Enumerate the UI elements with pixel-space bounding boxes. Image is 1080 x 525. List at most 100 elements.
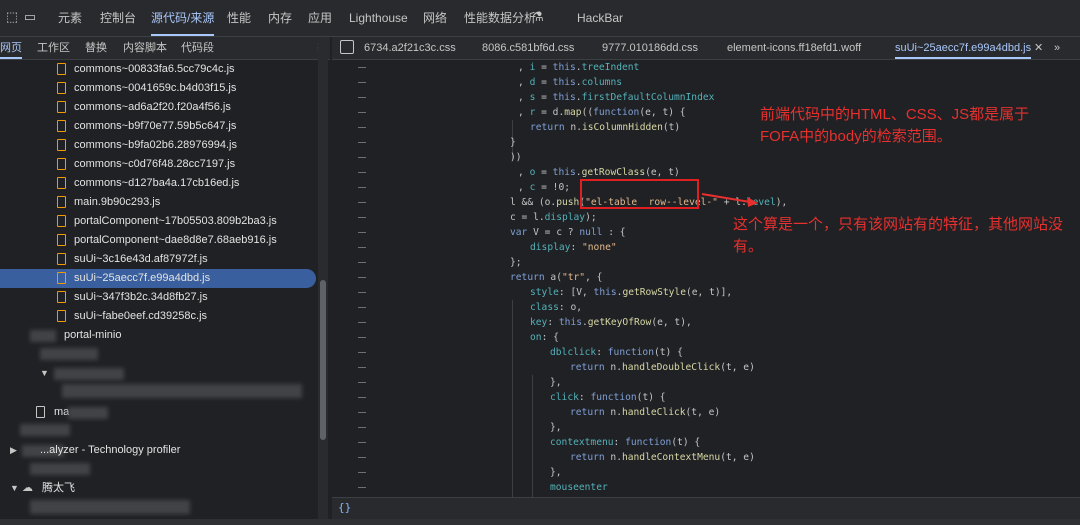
code-line: return n.handleContextMenu(t, e) [570, 452, 755, 463]
device-toolbar-icon[interactable]: ▭ [22, 9, 38, 25]
file-icon [57, 310, 66, 322]
editor-tab[interactable]: element-icons.ff18efd1.woff [727, 37, 861, 59]
code-line: , o = this.getRowClass(e, t) [518, 167, 680, 178]
tab-performance[interactable]: 性能 [227, 0, 251, 36]
file-icon [57, 82, 66, 94]
redacted-region [68, 407, 108, 419]
tab-memory[interactable]: 内存 [268, 0, 292, 36]
code-line: mouseenter [550, 482, 608, 493]
tab-network[interactable]: 网络 [423, 0, 447, 36]
file-item[interactable]: suUi~fabe0eef.cd39258c.js [0, 307, 316, 326]
redacted-region [20, 424, 70, 436]
navigator-tab-snippets[interactable]: 代码段 [181, 37, 214, 59]
file-item[interactable]: suUi~3c16e43d.af87972f.js [0, 250, 316, 269]
collapse-arrow-icon: ▶ [10, 445, 17, 455]
code-line: }, [550, 377, 562, 388]
code-line: return n.handleClick(t, e) [570, 407, 721, 418]
code-line: )) [510, 152, 522, 163]
annotation-arrow [701, 193, 758, 207]
file-icon [57, 177, 66, 189]
folder-item[interactable]: portal-minio [0, 326, 316, 345]
code-line: , s = this.firstDefaultColumnIndex [518, 92, 715, 103]
editor-tabs: 6734.a2f21c3c.css 8086.c581bf6d.css 9777… [332, 37, 1080, 60]
annotation-body-scope: 前端代码中的HTML、CSS、JS都是属于FOFA中的body的检索范围。 [760, 106, 1030, 145]
navigator-tabs: 网页 工作区 替换 内容脚本 代码段 ⋮ [0, 37, 330, 60]
navigator-tab-page[interactable]: 网页 [0, 37, 22, 59]
code-line: contextmenu: function(t) { [550, 437, 701, 448]
code-line: key: this.getKeyOfRow(e, t), [530, 317, 692, 328]
file-item[interactable]: main.9b90c293.js [0, 193, 316, 212]
file-tree: commons~00833fa6.5cc79c4c.js commons~004… [0, 60, 316, 525]
file-icon [57, 196, 66, 208]
code-line: return n.handleDoubleClick(t, e) [570, 362, 755, 373]
folder-item[interactable]: ▼ [0, 364, 316, 383]
code-line: }, [550, 467, 562, 478]
file-icon [57, 101, 66, 113]
tab-lighthouse[interactable]: Lighthouse [349, 0, 408, 36]
tab-application[interactable]: 应用 [308, 0, 332, 36]
tab-performance-insights[interactable]: 性能数据分析 [464, 0, 536, 36]
inspect-element-icon[interactable]: ⬚ [4, 9, 20, 25]
devtools-toolbar: ⬚ ▭ 元素 控制台 源代码/来源 性能 内存 应用 Lighthouse 网络… [0, 0, 1080, 37]
editor-tab[interactable]: 6734.a2f21c3c.css [364, 37, 456, 59]
file-icon [57, 139, 66, 151]
file-icon [57, 253, 66, 265]
redacted-region [62, 384, 302, 398]
close-tab-icon[interactable]: ✕ [1034, 37, 1043, 59]
file-icon [57, 120, 66, 132]
redacted-region [30, 463, 90, 475]
file-icon [57, 63, 66, 75]
file-item[interactable]: commons~b9f70e77.59b5c647.js [0, 117, 316, 136]
code-line: , c = !0; [518, 182, 570, 193]
tab-hackbar[interactable]: HackBar [577, 0, 623, 36]
pretty-print-button[interactable]: {} [338, 501, 351, 514]
code-line: }; [510, 257, 522, 268]
document-icon [36, 406, 45, 418]
code-line: , d = this.columns [518, 77, 622, 88]
code-line: style: [V, this.getRowStyle(e, t)], [530, 287, 733, 298]
redacted-region [30, 500, 190, 514]
tab-console[interactable]: 控制台 [100, 0, 136, 36]
redacted-region [30, 330, 56, 342]
tab-elements[interactable]: 元素 [58, 0, 82, 36]
file-item[interactable]: commons~0041659c.b4d03f15.js [0, 79, 316, 98]
redacted-region [40, 348, 98, 360]
editor-tab-active[interactable]: suUi~25aecc7f.e99a4dbd.js [895, 37, 1032, 59]
navigator-scrollbar[interactable] [318, 37, 328, 525]
tab-sources[interactable]: 源代码/来源 [151, 0, 215, 36]
file-item[interactable]: commons~ad6a2f20.f20a4f56.js [0, 98, 316, 117]
extension-item[interactable]: ▶ ...alyzer - Technology profiler [0, 441, 316, 460]
navigator-tab-content-scripts[interactable]: 内容脚本 [123, 37, 167, 59]
file-item[interactable]: portalComponent~dae8d8e7.68aeb916.js [0, 231, 316, 250]
file-item[interactable]: suUi~347f3b2c.34d8fb27.js [0, 288, 316, 307]
code-line: , i = this.treeIndent [518, 62, 640, 73]
annotation-unique-feature: 这个算是一个，只有该网站有的特征，其他网站没有。 [733, 216, 1064, 255]
editor-tab[interactable]: 8086.c581bf6d.css [482, 37, 574, 59]
editor-tab[interactable]: 9777.010186dd.css [602, 37, 698, 59]
toggle-navigator-icon[interactable] [340, 40, 354, 54]
file-item[interactable]: commons~00833fa6.5cc79c4c.js [0, 60, 316, 79]
expand-arrow-icon: ▼ [10, 483, 19, 493]
file-icon [57, 234, 66, 246]
code-line: } [510, 137, 516, 148]
file-icon [57, 215, 66, 227]
navigator-tab-workspace[interactable]: 工作区 [37, 37, 70, 59]
code-line: dblclick: function(t) { [550, 347, 683, 358]
file-item[interactable]: portalComponent~17b05503.809b2ba3.js [0, 212, 316, 231]
navigator-tab-overrides[interactable]: 替换 [85, 37, 107, 59]
file-item-selected[interactable]: suUi~25aecc7f.e99a4dbd.js [0, 269, 316, 288]
code-line: , r = d.map((function(e, t) { [518, 107, 686, 118]
file-icon [57, 291, 66, 303]
editor-statusbar: {} [332, 497, 1080, 520]
cloud-item[interactable]: ▼ ☁ 腾太飞 [0, 479, 316, 498]
scrollbar-thumb[interactable] [320, 280, 326, 440]
line-gutter [332, 60, 372, 510]
file-item[interactable]: ma [0, 403, 316, 422]
bottom-drawer-strip [0, 519, 1080, 525]
file-item[interactable]: commons~d127ba4a.17cb16ed.js [0, 174, 316, 193]
cloud-icon: ☁ [22, 482, 33, 494]
flask-icon: ⚗ [532, 9, 544, 24]
tabs-overflow-icon[interactable]: » [1054, 37, 1060, 59]
file-item[interactable]: commons~b9fa02b6.28976994.js [0, 136, 316, 155]
file-item[interactable]: commons~c0d76f48.28cc7197.js [0, 155, 316, 174]
